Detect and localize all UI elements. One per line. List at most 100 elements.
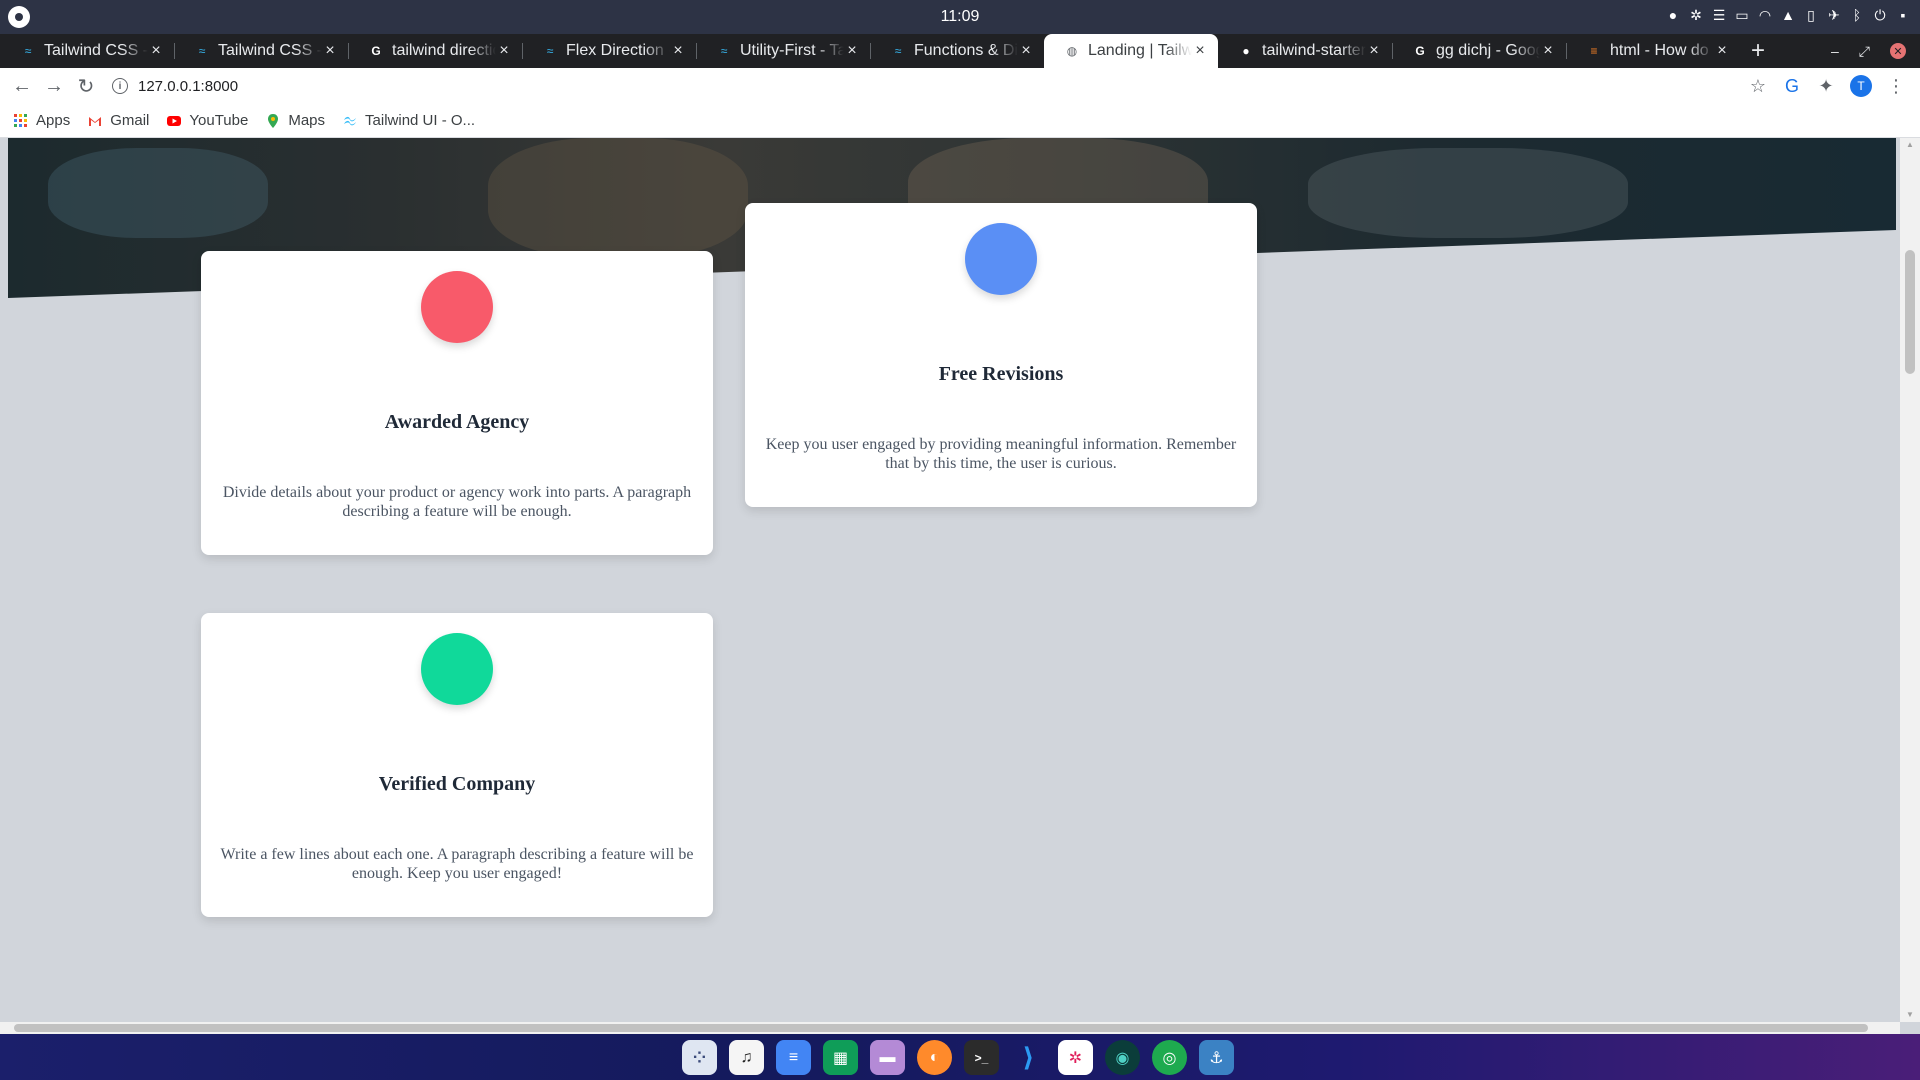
bookmark-tailwind-ui[interactable]: Tailwind UI - O... <box>343 112 475 129</box>
bookmark-maps[interactable]: Maps <box>266 112 325 129</box>
close-tab-icon[interactable]: × <box>322 42 338 60</box>
horizontal-scroll-thumb[interactable] <box>14 1024 1868 1032</box>
reload-button[interactable]: ↻ <box>70 70 102 102</box>
tailwind-icon <box>344 116 357 125</box>
window-controls: – ⤢ ✕ <box>1831 34 1920 68</box>
minimize-icon[interactable]: – <box>1831 43 1839 59</box>
slack-icon[interactable]: ✲ <box>1058 1040 1093 1075</box>
tab-title: Functions & Dir <box>914 42 1018 59</box>
files-icon[interactable]: ▬ <box>870 1040 905 1075</box>
tab-title: html - How do p <box>1610 42 1714 59</box>
feature-icon-circle <box>421 633 493 705</box>
os-clock[interactable]: 11:09 <box>0 8 1920 26</box>
terminal-icon[interactable]: >_ <box>964 1040 999 1075</box>
scroll-up-icon[interactable]: ▲ <box>1900 138 1920 152</box>
close-tab-icon[interactable]: × <box>1540 42 1556 60</box>
tab-title: tailwind directio <box>392 42 496 59</box>
music-icon[interactable]: ♫ <box>729 1040 764 1075</box>
folder-icon[interactable]: ▭ <box>1735 7 1749 23</box>
translate-icon[interactable]: G <box>1782 76 1802 96</box>
feature-icon-circle <box>421 271 493 343</box>
system-tray: ● ✲ ☰ ▭ ◠ ▲ ▯ ✈ ᛒ ⏻ ▪ <box>1666 7 1910 23</box>
firefox-icon[interactable]: ◐ <box>917 1040 952 1075</box>
more-menu-icon[interactable]: ⋮ <box>1886 76 1906 96</box>
tab-title: Landing | Tailw <box>1088 42 1192 59</box>
browser-tab[interactable]: ≈ Flex Direction - × <box>522 34 696 68</box>
hero-figure <box>1308 148 1628 238</box>
close-tab-icon[interactable]: × <box>1018 42 1034 60</box>
forward-button[interactable]: → <box>38 70 70 102</box>
browser-tab[interactable]: G tailwind directio × <box>348 34 522 68</box>
airplane-icon[interactable]: ✈ <box>1827 7 1841 23</box>
feature-card-title: Awarded Agency <box>384 411 530 433</box>
docs-icon[interactable]: ≡ <box>776 1040 811 1075</box>
horizontal-scrollbar[interactable] <box>0 1022 1900 1034</box>
vertical-scroll-thumb[interactable] <box>1905 250 1915 374</box>
close-tab-icon[interactable]: × <box>1192 42 1208 60</box>
launcher-icon[interactable]: ⁘ <box>682 1040 717 1075</box>
battery-icon[interactable]: ▯ <box>1804 7 1818 23</box>
browser-tab[interactable]: ≡ html - How do p × <box>1566 34 1740 68</box>
profile-avatar[interactable]: T <box>1850 75 1872 97</box>
notification-icon[interactable]: ▲ <box>1781 7 1795 23</box>
globe-favicon: ◍ <box>1066 44 1078 58</box>
scroll-down-icon[interactable]: ▼ <box>1900 1008 1920 1022</box>
close-tab-icon[interactable]: × <box>844 42 860 60</box>
browser-tab[interactable]: G gg dichj - Googl × <box>1392 34 1566 68</box>
browser-tab[interactable]: ≈ Tailwind CSS - R × <box>174 34 348 68</box>
logout-icon[interactable]: ▪ <box>1896 7 1910 23</box>
tailwind-favicon: ≈ <box>546 44 554 58</box>
bookmark-label: Tailwind UI - O... <box>365 112 476 129</box>
browser-tab[interactable]: ● tailwind-starter × <box>1218 34 1392 68</box>
power-icon[interactable]: ⏻ <box>1873 7 1887 23</box>
toolbar-actions: ☆ G ✦ T ⋮ <box>1748 75 1920 97</box>
chrome-icon[interactable]: ◎ <box>1152 1040 1187 1075</box>
maximize-icon[interactable]: ⤢ <box>1859 43 1870 60</box>
extensions-icon[interactable]: ✦ <box>1816 76 1836 96</box>
apps-grid-icon <box>14 113 27 127</box>
gitkraken-icon[interactable]: ◉ <box>1105 1040 1140 1075</box>
browser-toolbar: ← → ↻ i 127.0.0.1:8000 ☆ G ✦ T ⋮ <box>0 68 1920 104</box>
sheets-icon[interactable]: ▦ <box>823 1040 858 1075</box>
address-bar[interactable]: i 127.0.0.1:8000 <box>112 71 1748 101</box>
slack-tray-icon[interactable]: ✲ <box>1689 7 1703 23</box>
tab-title: gg dichj - Googl <box>1436 42 1540 59</box>
vscode-icon[interactable]: ⟩ <box>1011 1040 1046 1075</box>
record-indicator-icon[interactable]: ● <box>1666 7 1680 23</box>
browser-tab[interactable]: ≈ Utility-First - Tai × <box>696 34 870 68</box>
browser-tab[interactable]: ≈ Tailwind CSS - R × <box>0 34 174 68</box>
feature-card-text: Keep you user engaged by providing meani… <box>765 436 1237 472</box>
browser-tab-active[interactable]: ◍ Landing | Tailw × <box>1044 34 1218 68</box>
menu-lines-icon[interactable]: ☰ <box>1712 7 1726 23</box>
tab-title: Utility-First - Tai <box>740 42 844 59</box>
close-tab-icon[interactable]: × <box>670 42 686 60</box>
anchor-icon[interactable]: ⚓ <box>1199 1040 1234 1075</box>
site-info-icon[interactable]: i <box>112 78 128 94</box>
browser-tab[interactable]: ≈ Functions & Dir × <box>870 34 1044 68</box>
close-tab-icon[interactable]: × <box>1366 42 1382 60</box>
bookmark-gmail[interactable]: Gmail <box>88 112 149 129</box>
url-text[interactable]: 127.0.0.1:8000 <box>138 78 238 95</box>
back-button[interactable]: ← <box>6 70 38 102</box>
bluetooth-icon[interactable]: ᛒ <box>1850 7 1864 23</box>
tailwind-favicon: ≈ <box>24 44 32 58</box>
new-tab-button[interactable]: + <box>1740 34 1776 68</box>
bookmark-label: Maps <box>288 112 326 129</box>
bookmark-youtube[interactable]: YouTube <box>167 112 248 129</box>
bookmark-apps[interactable]: Apps <box>14 112 70 129</box>
close-tab-icon[interactable]: × <box>1714 42 1730 60</box>
tab-title: Flex Direction - <box>566 42 670 59</box>
feature-icon-circle <box>965 223 1037 295</box>
feature-card: Free Revisions Keep you user engaged by … <box>745 203 1257 507</box>
close-tab-icon[interactable]: × <box>148 42 164 60</box>
close-window-icon[interactable]: ✕ <box>1890 43 1906 59</box>
bookmark-star-icon[interactable]: ☆ <box>1748 76 1768 96</box>
wifi-icon[interactable]: ◠ <box>1758 7 1772 23</box>
feature-card-title: Verified Company <box>378 773 536 795</box>
bookmark-label: YouTube <box>189 112 249 129</box>
vertical-scrollbar[interactable]: ▲ ▼ <box>1900 138 1920 1022</box>
feature-card: Awarded Agency Divide details about your… <box>201 251 713 555</box>
bookmark-label: Gmail <box>110 112 150 129</box>
close-tab-icon[interactable]: × <box>496 42 512 60</box>
page-viewport: Awarded Agency Divide details about your… <box>8 138 1896 1022</box>
